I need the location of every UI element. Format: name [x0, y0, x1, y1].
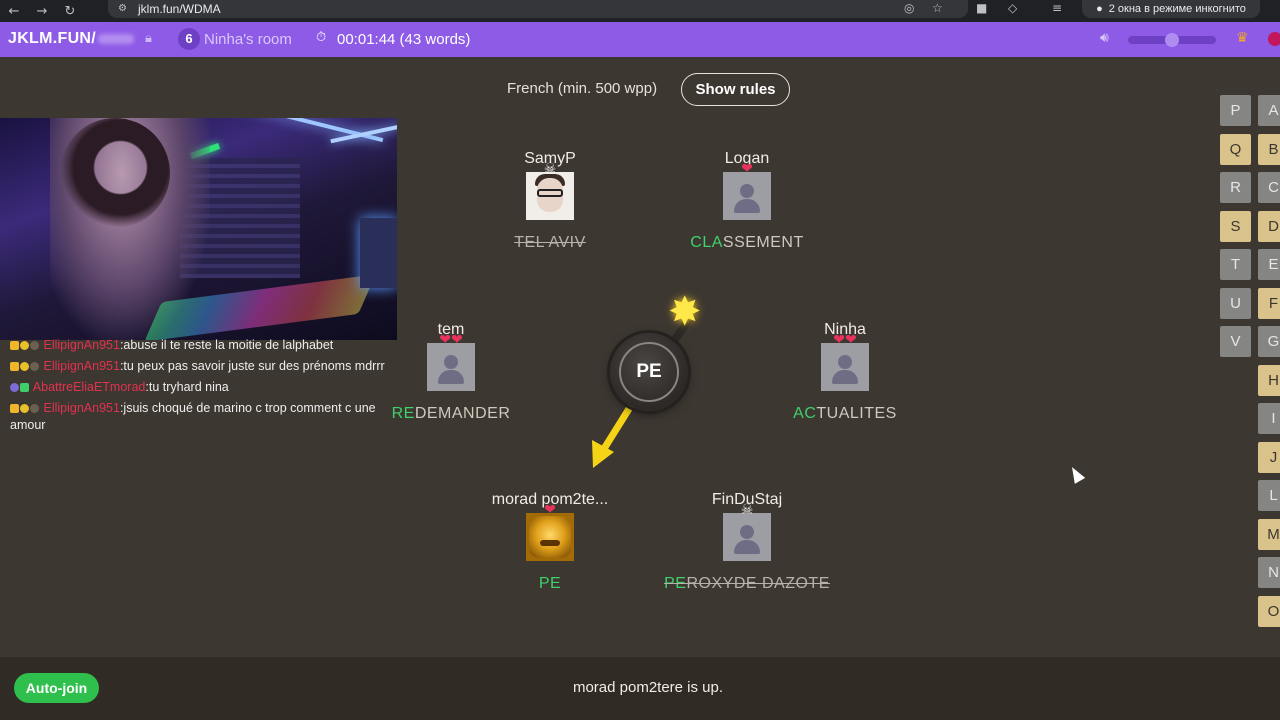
bonus-letter-c: C [1258, 172, 1280, 203]
bonus-letter-o: O [1258, 595, 1280, 627]
bonus-letter-r: R [1220, 172, 1251, 203]
bonus-letter-l: L [1258, 480, 1280, 511]
bonus-letter-s: S [1220, 210, 1251, 242]
turn-status: morad pom2tere is up. [572, 679, 724, 696]
bonus-letter-u: U [1220, 287, 1251, 319]
turn-arrow-shaft [598, 400, 636, 456]
bonus-letter-m: M [1258, 518, 1280, 550]
bonus-letter-t: T [1220, 249, 1251, 280]
bonus-letter-g: G [1258, 326, 1280, 357]
bonus-letter-b: B [1258, 133, 1280, 165]
bonus-letter-d: D [1258, 210, 1280, 242]
bonus-letter-h: H [1258, 364, 1280, 396]
bonus-letter-n: N [1258, 557, 1280, 588]
bonus-letter-f: F [1258, 287, 1280, 319]
bonus-letter-i: I [1258, 403, 1280, 434]
auto-join-button[interactable]: Auto-join [14, 673, 99, 703]
bomb-syllable: PE [619, 342, 679, 402]
bonus-letter-q: Q [1220, 133, 1251, 165]
bonus-letter-v: V [1220, 326, 1251, 357]
bomb: PE [610, 333, 688, 411]
bonus-letter-e: E [1258, 249, 1280, 280]
bonus-letter-a: A [1258, 95, 1280, 126]
bonus-letter-p: P [1220, 95, 1251, 126]
bonus-letter-j: J [1258, 441, 1280, 473]
spark-icon: ✸ [668, 289, 702, 335]
